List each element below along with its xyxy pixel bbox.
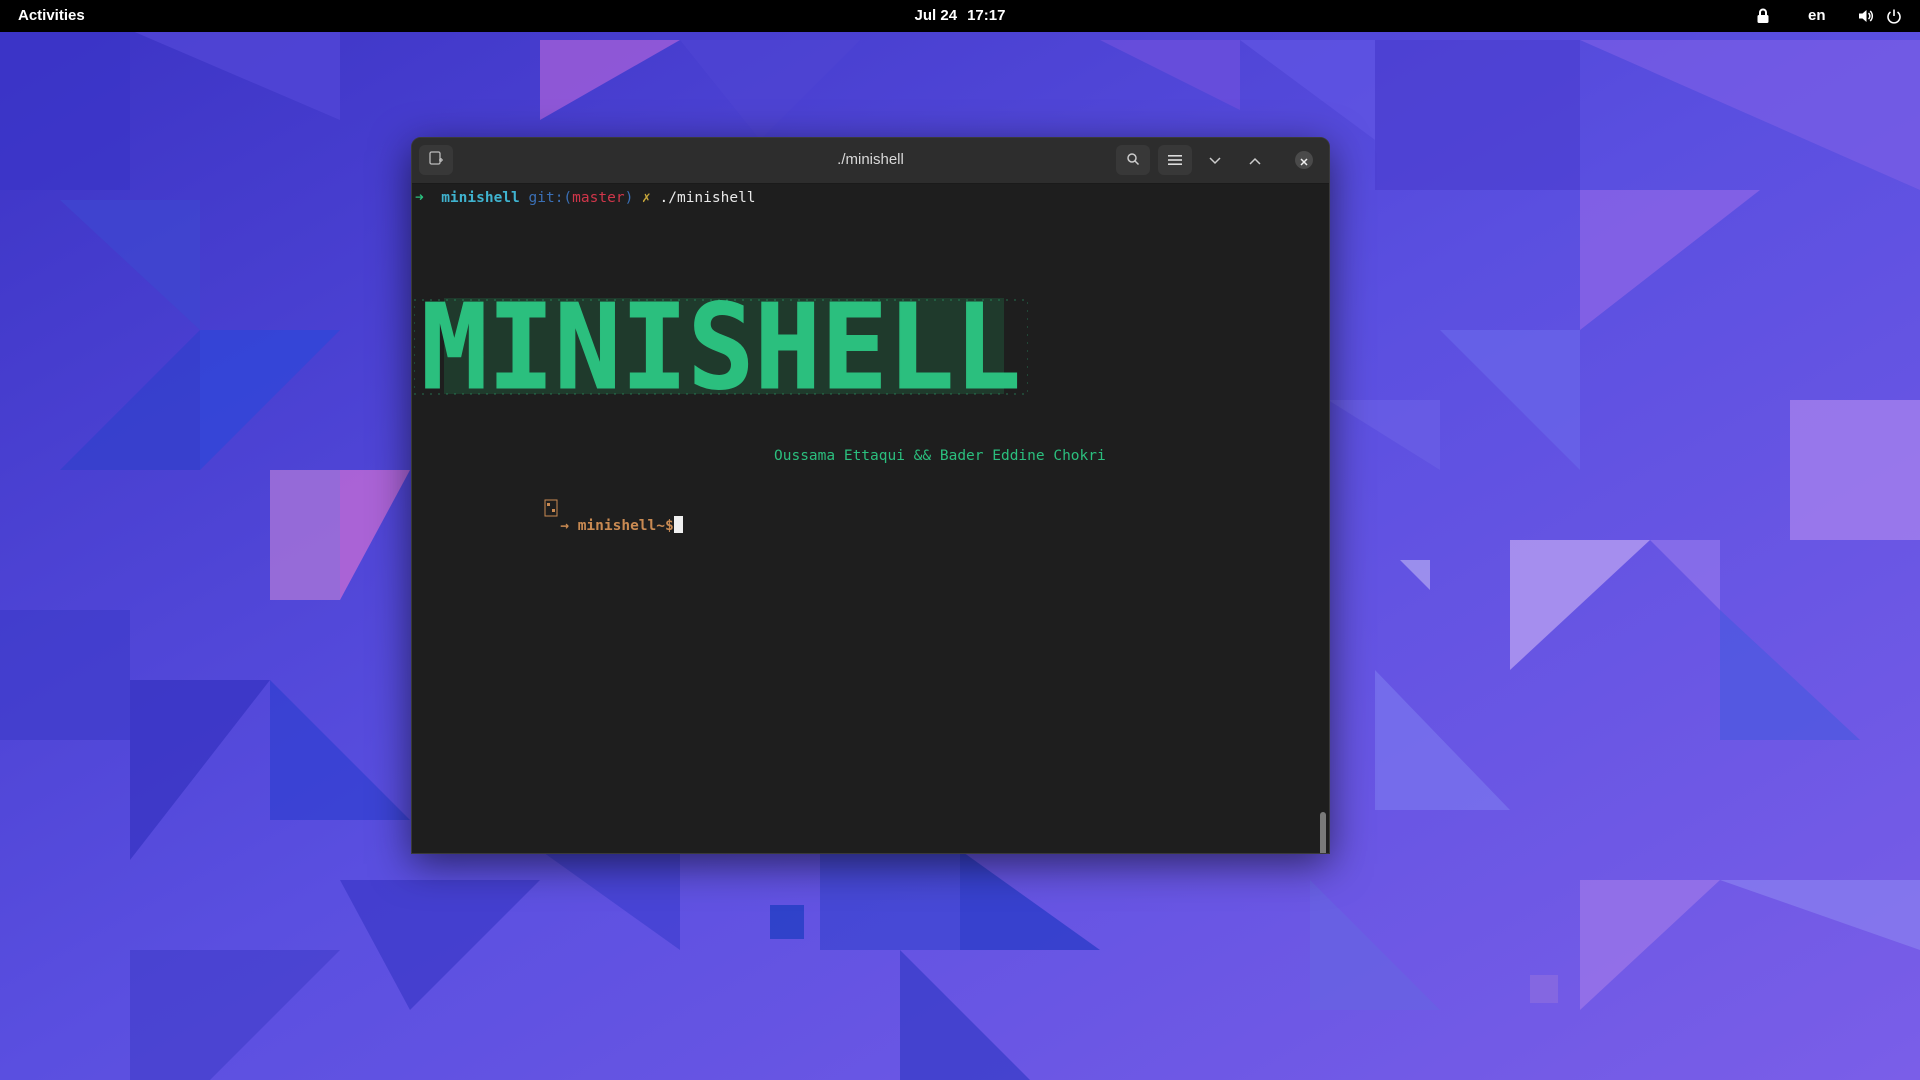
prompt-git-label: git:( [528, 190, 573, 206]
clock[interactable]: Jul 24 17:17 [0, 7, 1920, 24]
terminal-window: ./minishell ➜ minishell git:(master) ✗ .… [411, 137, 1330, 854]
prompt-directory: minishell [441, 190, 520, 206]
search-button[interactable] [1116, 145, 1150, 175]
minishell-banner: MINISHELL [414, 296, 1028, 396]
top-bar: Activities Jul 24 17:17 en [0, 0, 1920, 32]
maximize-icon [1248, 151, 1262, 170]
prompt-glyph-icon [474, 483, 558, 537]
command-line: ➜ minishell git:(master) ✗ ./minishell [415, 190, 756, 206]
banner-text: MINISHELL [421, 296, 1021, 396]
scrollbar-thumb[interactable] [1320, 812, 1326, 853]
close-icon [1300, 151, 1308, 170]
minimize-icon [1208, 151, 1222, 170]
clock-time: 17:17 [967, 7, 1006, 24]
minimize-button[interactable] [1198, 145, 1232, 175]
terminal-scrollbar[interactable] [1318, 184, 1328, 853]
volume-icon[interactable] [1858, 8, 1874, 28]
menu-icon [1168, 151, 1182, 170]
menu-button[interactable] [1158, 145, 1192, 175]
command-text: ./minishell [659, 190, 756, 206]
prompt-git-branch: master [572, 190, 625, 206]
text-cursor [673, 516, 683, 533]
close-button[interactable] [1295, 151, 1313, 169]
authors-line: Oussama Ettaqui && Bader Eddine Chokri [774, 448, 1106, 464]
lock-icon[interactable] [1756, 8, 1770, 28]
prompt-git-close: ) [624, 190, 634, 206]
power-icon[interactable] [1886, 8, 1902, 28]
terminal-headerbar: ./minishell [412, 138, 1329, 184]
shell-prompt: → minishell~$ [560, 518, 674, 534]
maximize-button[interactable] [1238, 145, 1272, 175]
prompt-dirty-mark: ✗ [642, 190, 651, 206]
prompt-arrow: ➜ [415, 190, 424, 206]
shell-prompt-line: → minishell~$ [422, 467, 683, 553]
language-indicator[interactable]: en [1808, 7, 1826, 24]
terminal-content[interactable]: ➜ minishell git:(master) ✗ ./minishell M… [412, 184, 1317, 853]
clock-date: Jul 24 [914, 7, 958, 24]
search-icon [1126, 151, 1140, 170]
